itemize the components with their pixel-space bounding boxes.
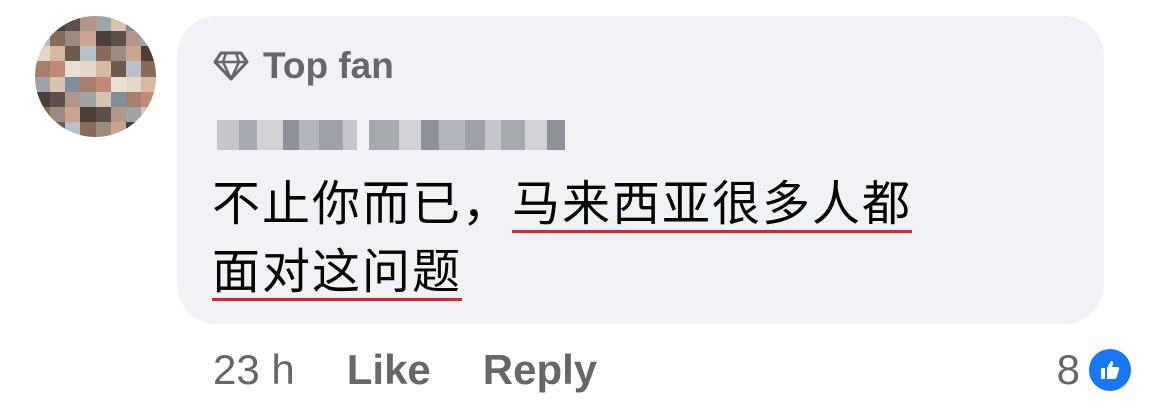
avatar-pixel: [35, 91, 51, 107]
avatar-pixel: [140, 106, 156, 122]
avatar-pixel: [35, 31, 51, 47]
avatar-pixel: [80, 61, 96, 77]
avatar-pixel: [110, 61, 126, 77]
avatar-pixel: [95, 31, 111, 47]
avatar-pixel: [140, 31, 156, 47]
avatar-pixel: [95, 46, 111, 62]
avatar-pixel: [140, 46, 156, 62]
avatar-pixel: [35, 121, 51, 137]
avatar-pixel: [125, 121, 141, 137]
avatar-pixel: [80, 46, 96, 62]
name-redaction-block: [501, 120, 525, 150]
avatar-pixel: [95, 16, 111, 32]
reaction-summary[interactable]: 8: [1057, 340, 1134, 400]
top-fan-badge: Top fan: [213, 44, 394, 88]
avatar-pixel: [35, 61, 51, 77]
avatar-pixel: [65, 91, 81, 107]
avatar-pixel: [110, 121, 126, 137]
name-redaction-block: [465, 120, 485, 150]
avatar[interactable]: [35, 16, 156, 137]
name-redaction-block: [369, 120, 399, 150]
name-redaction-block: [239, 120, 257, 150]
avatar-pixel: [50, 16, 66, 32]
avatar-pixel: [140, 76, 156, 92]
avatar-pixel: [35, 106, 51, 122]
avatar-pixel: [95, 106, 111, 122]
name-redaction-block: [343, 120, 357, 150]
avatar-pixel: [140, 61, 156, 77]
avatar-pixel: [65, 31, 81, 47]
timestamp[interactable]: 23 h: [213, 346, 295, 394]
avatar-pixel: [35, 46, 51, 62]
avatar-pixel: [50, 31, 66, 47]
avatar-pixel: [65, 61, 81, 77]
name-redaction-block: [525, 120, 547, 150]
avatar-pixel: [95, 121, 111, 137]
name-redaction-block: [439, 120, 465, 150]
avatar-pixel: [110, 91, 126, 107]
comment-text-highlight-2: 面对这问题: [212, 244, 463, 300]
like-button[interactable]: Like: [347, 346, 431, 394]
avatar-pixel: [65, 16, 81, 32]
avatar-pixel: [50, 61, 66, 77]
avatar-pixel: [50, 76, 66, 92]
comment-text: 不止你而已，马来西亚很多人都 面对这问题: [212, 170, 1072, 306]
avatar-pixel: [50, 46, 66, 62]
avatar-pixel: [65, 46, 81, 62]
avatar-pixel: [35, 76, 51, 92]
avatar-pixel: [140, 91, 156, 107]
avatar-pixel: [125, 46, 141, 62]
avatar-pixel: [95, 61, 111, 77]
avatar-pixel: [65, 121, 81, 137]
comment-text-highlight-1: 马来西亚很多人都: [512, 176, 913, 232]
name-redaction-block: [299, 120, 319, 150]
name-redaction-block: [319, 120, 343, 150]
avatar-pixel: [80, 121, 96, 137]
avatar-pixel: [50, 106, 66, 122]
comment-actions: 23 h Like Reply: [213, 340, 597, 400]
avatar-pixel: [110, 31, 126, 47]
avatar-pixel: [110, 106, 126, 122]
top-fan-label: Top fan: [263, 45, 394, 86]
avatar-pixel: [125, 31, 141, 47]
avatar-pixel: [140, 16, 156, 32]
avatar-pixel: [50, 91, 66, 107]
avatar-pixel: [110, 16, 126, 32]
avatar-pixel: [35, 16, 51, 32]
reply-button[interactable]: Reply: [483, 346, 597, 394]
avatar-pixel: [140, 121, 156, 137]
reaction-count: 8: [1056, 346, 1080, 393]
name-redaction-block: [257, 120, 283, 150]
avatar-pixel: [50, 121, 66, 137]
avatar-pixel: [110, 46, 126, 62]
comment-text-plain: 不止你而已，: [212, 176, 513, 232]
avatar-pixel: [65, 106, 81, 122]
name-redaction-block: [217, 120, 239, 150]
name-redaction-block: [547, 120, 565, 150]
avatar-pixel: [80, 91, 96, 107]
avatar-pixel: [110, 76, 126, 92]
avatar-pixel: [80, 31, 96, 47]
avatar-pixel: [65, 76, 81, 92]
name-redaction-block: [283, 120, 299, 150]
avatar-pixel: [80, 106, 96, 122]
avatar-pixel: [80, 76, 96, 92]
avatar-pixel: [95, 76, 111, 92]
name-redaction-block: [421, 120, 439, 150]
avatar-pixel: [125, 16, 141, 32]
avatar-pixel: [125, 76, 141, 92]
avatar-pixel: [80, 16, 96, 32]
comment-bubble: Top fan 不止你而已，马来西亚很多人都 面对这问题: [177, 16, 1104, 324]
name-redaction-block: [485, 120, 501, 150]
name-redaction-block: [399, 120, 421, 150]
avatar-pixel: [125, 106, 141, 122]
thumbs-up-icon: [1086, 346, 1134, 394]
diamond-icon: [213, 51, 249, 81]
avatar-pixel: [125, 61, 141, 77]
avatar-pixel: [95, 91, 111, 107]
author-name-redacted[interactable]: [217, 114, 565, 156]
avatar-pixel: [125, 91, 141, 107]
